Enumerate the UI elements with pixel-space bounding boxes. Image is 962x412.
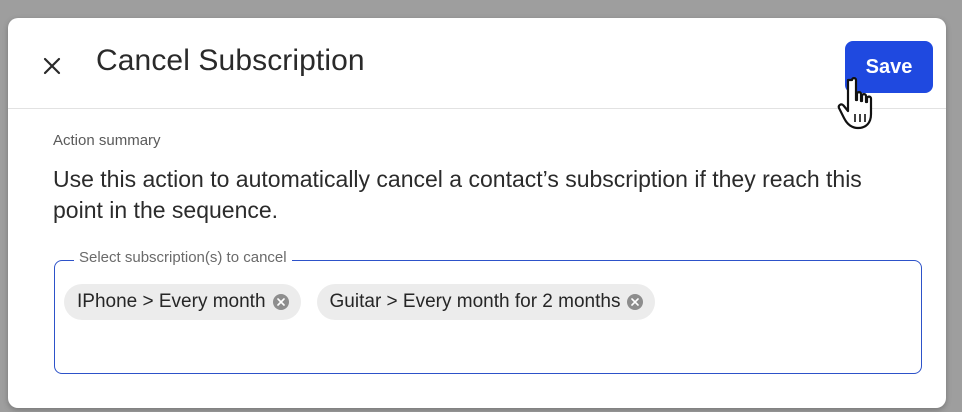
- close-button[interactable]: [38, 52, 66, 80]
- dialog-header: Cancel Subscription Save: [8, 18, 946, 130]
- chip-label: IPhone > Every month: [77, 291, 266, 312]
- dialog-title: Cancel Subscription: [96, 44, 365, 77]
- action-summary-label: Action summary: [53, 132, 161, 149]
- close-icon: [43, 57, 61, 75]
- action-summary-text: Use this action to automatically cancel …: [53, 166, 862, 223]
- chip-label: Guitar > Every month for 2 months: [329, 291, 621, 312]
- remove-chip-icon[interactable]: [272, 294, 289, 310]
- subscription-chip[interactable]: IPhone > Every month: [64, 284, 301, 320]
- selected-subscriptions: IPhone > Every month Guitar > Every mont…: [64, 284, 656, 320]
- cancel-subscription-dialog: Cancel Subscription Save Action summary …: [8, 18, 946, 408]
- subscription-select-legend: Select subscription(s) to cancel: [74, 249, 292, 266]
- subscription-chip[interactable]: Guitar > Every month for 2 months: [316, 284, 656, 320]
- remove-chip-icon[interactable]: [627, 294, 644, 310]
- hand-pointer-icon: [837, 77, 873, 130]
